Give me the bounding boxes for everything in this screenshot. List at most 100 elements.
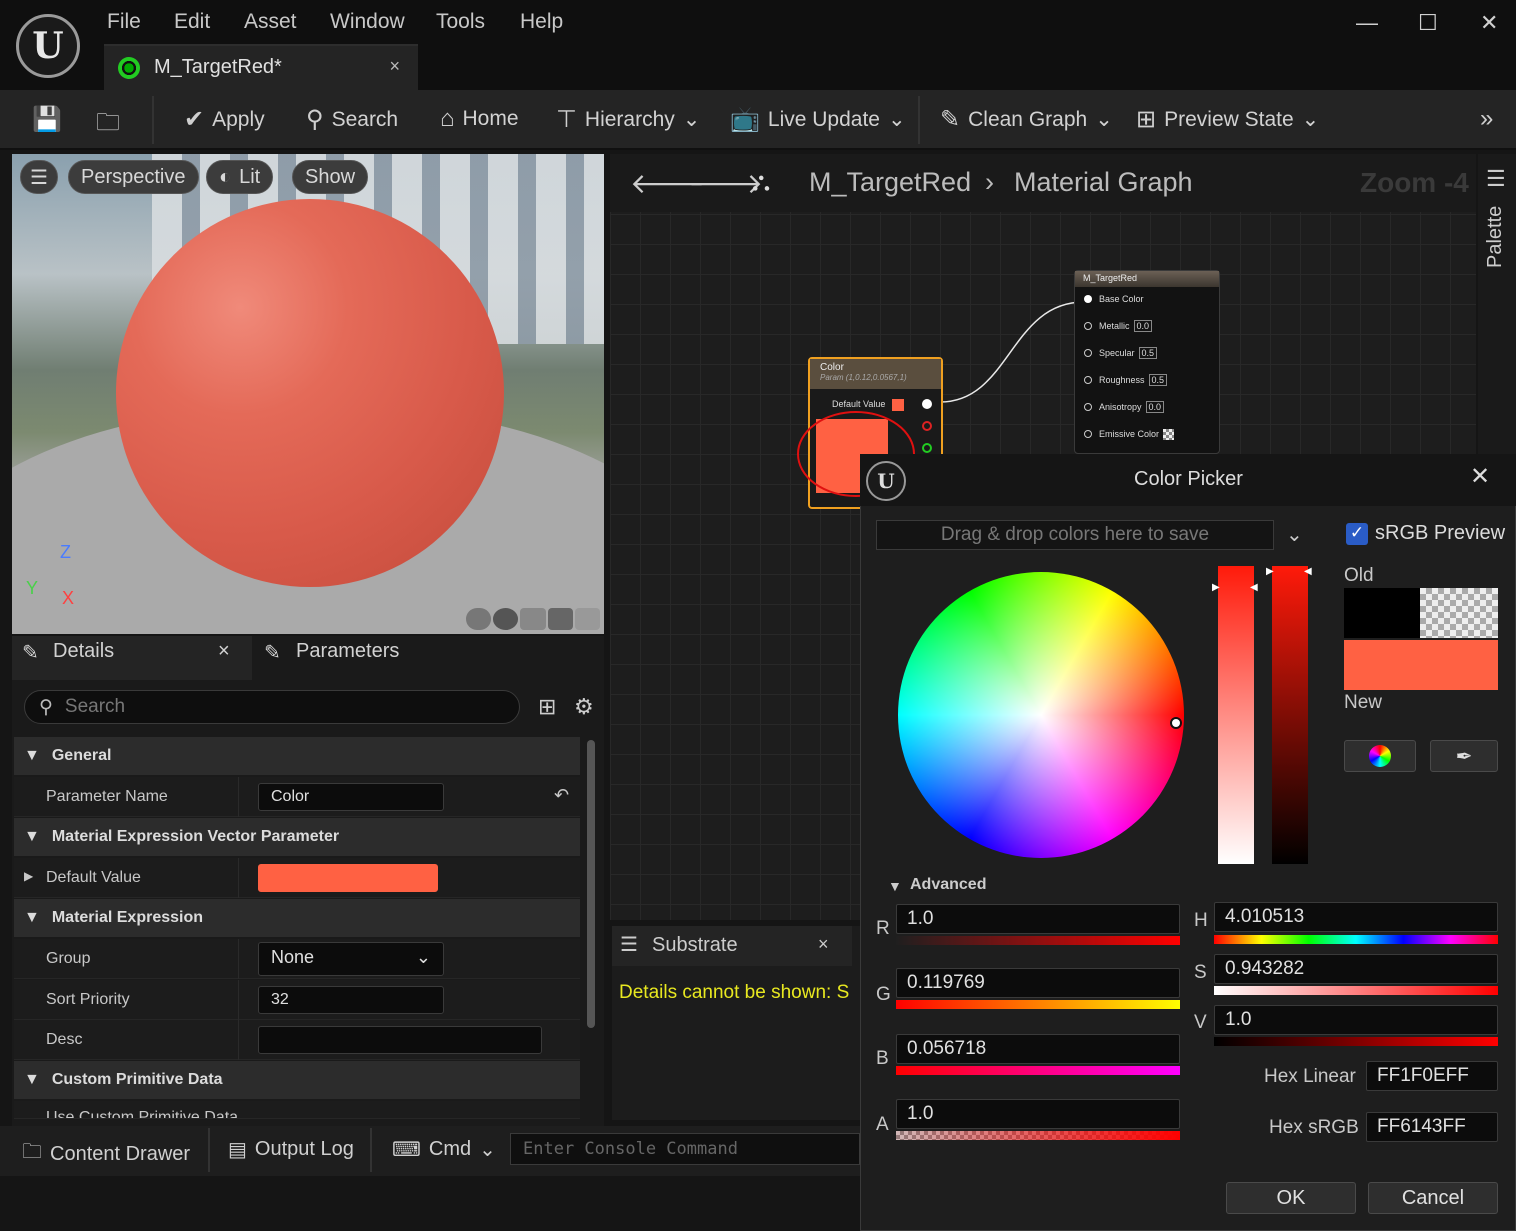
output-log-button[interactable]: ▤ Output Log (228, 1137, 354, 1162)
unreal-logo-icon: U (866, 461, 906, 501)
b-label: B (876, 1048, 889, 1069)
saturation-marker-icon[interactable]: ▶ (1212, 582, 1220, 593)
pin-value[interactable]: 0.0 (1133, 320, 1153, 332)
color-wheel-mode-button[interactable] (1344, 740, 1416, 772)
r-label: R (876, 918, 890, 939)
substrate-message: Details cannot be shown: S (619, 982, 850, 1003)
color-node-title: Color (820, 362, 844, 373)
input-pin-icon[interactable] (1084, 430, 1092, 438)
result-node-pin[interactable]: Roughness 0.5 (1075, 368, 1219, 395)
substrate-tab-label[interactable]: Substrate (652, 934, 738, 957)
eyedropper-icon: ✒ (1455, 745, 1473, 768)
result-node-pin[interactable]: Base Color (1075, 287, 1219, 314)
result-node-pin[interactable]: Specular 0.5 (1075, 341, 1219, 368)
cmd-label: Cmd (428, 1138, 472, 1160)
input-pin-icon[interactable] (1084, 322, 1092, 330)
input-pin-icon[interactable] (1084, 295, 1092, 303)
cancel-label: Cancel (1401, 1186, 1465, 1209)
color-node-subtitle: Param (1,0.12,0.0567,1) (820, 373, 907, 382)
old-color-swatch[interactable] (1344, 588, 1420, 638)
input-pin-icon[interactable] (1084, 349, 1092, 357)
close-substrate-icon[interactable]: × (818, 934, 829, 955)
s-field[interactable]: 0.943282 (1214, 954, 1498, 984)
a-field[interactable]: 1.0 (896, 1099, 1180, 1129)
h-label: H (1194, 910, 1208, 931)
value-slider[interactable] (1272, 566, 1308, 864)
g-field[interactable]: 0.119769 (896, 968, 1180, 998)
chevron-down-icon: ⌄ (479, 1139, 496, 1161)
cmd-dropdown[interactable]: ⌨ Cmd ⌄ (392, 1137, 496, 1162)
ok-button[interactable]: OK (1226, 1182, 1356, 1214)
new-color-swatch[interactable] (1344, 640, 1498, 690)
r-gradient[interactable] (896, 936, 1180, 945)
old-label: Old (1344, 565, 1374, 586)
srgb-preview-label: sRGB Preview (1375, 522, 1506, 544)
v-value: 1.0 (1225, 1009, 1252, 1030)
a-gradient[interactable] (896, 1131, 1180, 1140)
r-value: 1.0 (907, 908, 934, 929)
srgb-checkbox[interactable]: ✓ (1346, 523, 1368, 545)
status-divider (208, 1128, 210, 1172)
b-value: 0.056718 (907, 1038, 987, 1059)
cancel-button[interactable]: Cancel (1368, 1182, 1498, 1214)
old-alpha-swatch[interactable] (1420, 588, 1498, 638)
ok-label: OK (1276, 1186, 1306, 1209)
hex-linear-field[interactable]: FF1F0EFF (1366, 1061, 1498, 1091)
advanced-collapse-icon[interactable]: ▼ (888, 878, 902, 894)
chevron-down-icon[interactable]: ⌄ (1286, 522, 1303, 547)
result-node-pin[interactable]: Emissive Color (1075, 422, 1219, 449)
saturation-marker-icon[interactable]: ◀ (1250, 582, 1258, 593)
b-gradient[interactable] (896, 1066, 1180, 1075)
content-drawer-button[interactable]: 🗀 Content Drawer (22, 1137, 190, 1171)
pin-value[interactable]: 0.5 (1138, 347, 1158, 359)
s-gradient[interactable] (1214, 986, 1498, 995)
close-picker-icon[interactable]: ✕ (1470, 462, 1490, 491)
console-placeholder: Enter Console Command (523, 1139, 738, 1159)
pin-label: Anisotropy (1099, 402, 1142, 412)
content-drawer-icon: 🗀 (22, 1141, 42, 1163)
hex-srgb-value: FF6143FF (1377, 1116, 1466, 1137)
g-gradient[interactable] (896, 1000, 1180, 1009)
output-log-icon: ▤ (228, 1139, 247, 1161)
value-marker-icon[interactable]: ◀ (1304, 566, 1312, 577)
s-value: 0.943282 (1225, 958, 1305, 979)
value-marker-icon[interactable]: ▶ (1266, 566, 1274, 577)
pin-value[interactable]: 0.5 (1148, 374, 1168, 386)
checker-icon (1163, 429, 1175, 441)
v-field[interactable]: 1.0 (1214, 1005, 1498, 1035)
h-gradient[interactable] (1214, 935, 1498, 944)
content-drawer-label: Content Drawer (50, 1142, 191, 1165)
r-field[interactable]: 1.0 (896, 904, 1180, 934)
hex-srgb-label: Hex sRGB (1269, 1117, 1359, 1138)
pin-label: Roughness (1099, 375, 1145, 385)
h-value: 4.010513 (1225, 906, 1305, 927)
g-label: G (876, 984, 891, 1005)
h-field[interactable]: 4.010513 (1214, 902, 1498, 932)
v-gradient[interactable] (1214, 1037, 1498, 1046)
hex-linear-label: Hex Linear (1264, 1066, 1356, 1087)
result-node-pin[interactable]: Anisotropy 0.0 (1075, 395, 1219, 422)
console-input[interactable]: Enter Console Command (510, 1133, 860, 1165)
hex-linear-value: FF1F0EFF (1377, 1065, 1469, 1086)
eyedropper-button[interactable]: ✒ (1430, 740, 1498, 772)
pin-value[interactable]: 0.0 (1145, 401, 1165, 413)
advanced-label[interactable]: Advanced (910, 876, 986, 894)
wheel-selector[interactable] (1170, 717, 1182, 729)
drag-drop-hint: Drag & drop colors here to save (940, 524, 1210, 545)
result-node-title: M_TargetRed (1075, 271, 1219, 287)
input-pin-icon[interactable] (1084, 376, 1092, 384)
result-node-pin[interactable]: Metallic 0.0 (1075, 314, 1219, 341)
input-pin-icon[interactable] (1084, 403, 1092, 411)
pin-label: Emissive Color (1099, 429, 1160, 439)
hex-srgb-field[interactable]: FF6143FF (1366, 1112, 1498, 1142)
color-picker-title: Color Picker (1134, 468, 1243, 490)
pin-label: Specular (1099, 348, 1135, 358)
saturation-slider[interactable] (1218, 566, 1254, 864)
status-divider (370, 1128, 372, 1172)
v-label: V (1194, 1012, 1207, 1033)
pin-label: Base Color (1099, 294, 1144, 304)
material-result-node[interactable]: M_TargetRed Base Color Metallic 0.0 Specula… (1074, 270, 1220, 454)
color-wheel[interactable] (898, 572, 1184, 858)
b-field[interactable]: 0.056718 (896, 1034, 1180, 1064)
saved-colors-bar[interactable]: Drag & drop colors here to save (876, 520, 1274, 550)
